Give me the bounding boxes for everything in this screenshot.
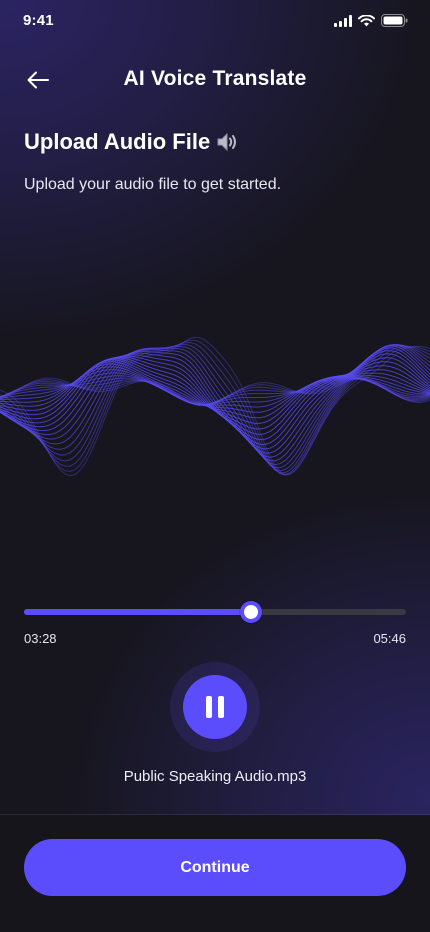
bottom-bar: Continue	[0, 815, 430, 932]
section-title-text: Upload Audio File	[24, 129, 211, 154]
total-time: 05:46	[373, 631, 406, 646]
app-screen: 9:41 AI Voice Translate Upload Audio Fil…	[0, 0, 430, 932]
battery-icon	[381, 14, 408, 27]
subtitle: Upload your audio file to get started.	[24, 176, 282, 193]
continue-button[interactable]: Continue	[24, 839, 406, 896]
audio-waveform	[0, 336, 430, 477]
progress-fill	[24, 609, 252, 615]
play-button-halo	[170, 662, 260, 752]
progress-slider[interactable]	[24, 600, 406, 624]
current-time: 03:28	[24, 631, 57, 646]
pause-button[interactable]	[183, 675, 247, 739]
wifi-icon	[358, 14, 375, 26]
progress-thumb[interactable]	[240, 601, 263, 623]
status-time: 9:41	[23, 12, 54, 29]
file-name: Public Speaking Audio.mp3	[123, 768, 307, 785]
status-icons	[334, 14, 408, 27]
header: AI Voice Translate	[0, 58, 430, 102]
speaker-icon	[217, 132, 237, 152]
status-bar: 9:41	[0, 0, 430, 44]
pause-icon	[206, 696, 224, 718]
section-title: Upload Audio File	[24, 129, 240, 155]
page-title: AI Voice Translate	[123, 67, 307, 90]
signal-icon	[334, 14, 352, 27]
